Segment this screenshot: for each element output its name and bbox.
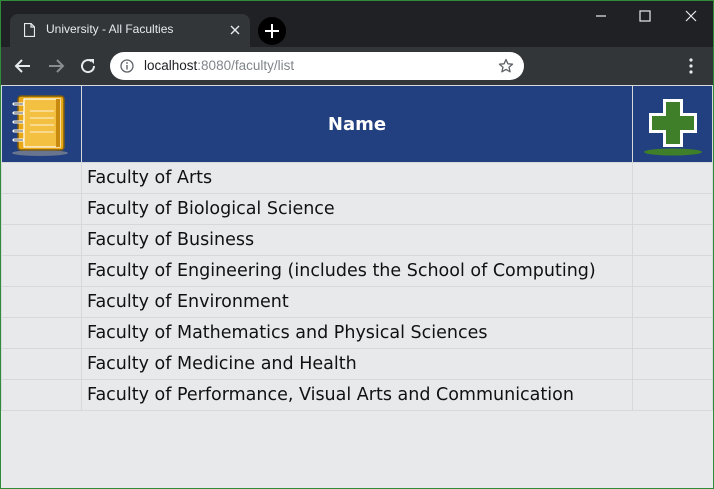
browser-tab[interactable]: University - All Faculties [10,14,250,47]
faculty-name[interactable]: Faculty of Performance, Visual Arts and … [81,379,633,411]
faculty-name[interactable]: Faculty of Environment [81,286,633,318]
address-bar[interactable]: localhost:8080/faculty/list [110,52,524,80]
row-action-cell [632,255,713,287]
table-row[interactable]: Faculty of Biological Science [1,193,713,225]
faculty-name[interactable]: Faculty of Engineering (includes the Sch… [81,255,633,287]
tab-strip: University - All Faculties [1,1,713,47]
name-column-header[interactable]: Name [81,85,633,163]
row-action-cell [632,348,713,380]
reload-icon[interactable] [78,56,98,76]
row-icon-cell [1,379,82,411]
notebook-icon [11,95,68,156]
info-icon[interactable] [120,59,134,73]
table-row[interactable]: Faculty of Environment [1,286,713,318]
row-action-cell [632,317,713,349]
faculty-name[interactable]: Faculty of Biological Science [81,193,633,225]
table-row[interactable]: Faculty of Engineering (includes the Sch… [1,255,713,287]
table-row[interactable]: Faculty of Medicine and Health [1,348,713,380]
table-row[interactable]: Faculty of Arts [1,162,713,194]
row-icon-cell [1,162,82,194]
browser-toolbar: localhost:8080/faculty/list [1,47,713,85]
row-action-cell [632,193,713,225]
url-path: :8080/faculty/list [197,58,295,73]
table-row[interactable]: Faculty of Mathematics and Physical Scie… [1,317,713,349]
faculty-name[interactable]: Faculty of Medicine and Health [81,348,633,380]
add-button-cell [632,85,713,163]
row-icon-cell [1,193,82,225]
row-icon-cell [1,286,82,318]
page-content: Name Faculty of Arts Faculty of Biologica… [1,85,713,488]
maximize-icon[interactable] [634,7,656,25]
add-icon[interactable] [642,91,704,157]
faculty-name[interactable]: Faculty of Business [81,224,633,256]
star-icon[interactable] [498,58,514,74]
table-row[interactable]: Faculty of Performance, Visual Arts and … [1,379,713,411]
url-host: localhost [144,58,198,73]
faculty-name[interactable]: Faculty of Arts [81,162,633,194]
back-arrow-icon[interactable] [13,56,33,76]
faculty-name[interactable]: Faculty of Mathematics and Physical Scie… [81,317,633,349]
window-close-icon[interactable] [680,7,702,25]
faculties-table: Name Faculty of Arts Faculty of Biologica… [1,85,713,411]
row-action-cell [632,379,713,411]
kebab-menu-icon[interactable] [683,57,699,75]
table-header-row: Name [1,85,713,163]
row-icon-cell [1,317,82,349]
browser-window: University - All Faculties localhost:808… [0,0,714,489]
forward-arrow-icon[interactable] [46,56,66,76]
row-action-cell [632,286,713,318]
minimize-icon[interactable] [590,7,612,25]
row-icon-cell [1,255,82,287]
row-icon-cell [1,348,82,380]
document-icon [24,23,35,37]
plus-icon[interactable] [258,17,286,45]
url-text: localhost:8080/faculty/list [144,58,294,73]
table-row[interactable]: Faculty of Business [1,224,713,256]
tab-title: University - All Faculties [46,22,174,36]
close-icon[interactable] [228,23,242,37]
row-action-cell [632,224,713,256]
row-action-cell [632,162,713,194]
header-icon-cell [1,85,82,163]
row-icon-cell [1,224,82,256]
